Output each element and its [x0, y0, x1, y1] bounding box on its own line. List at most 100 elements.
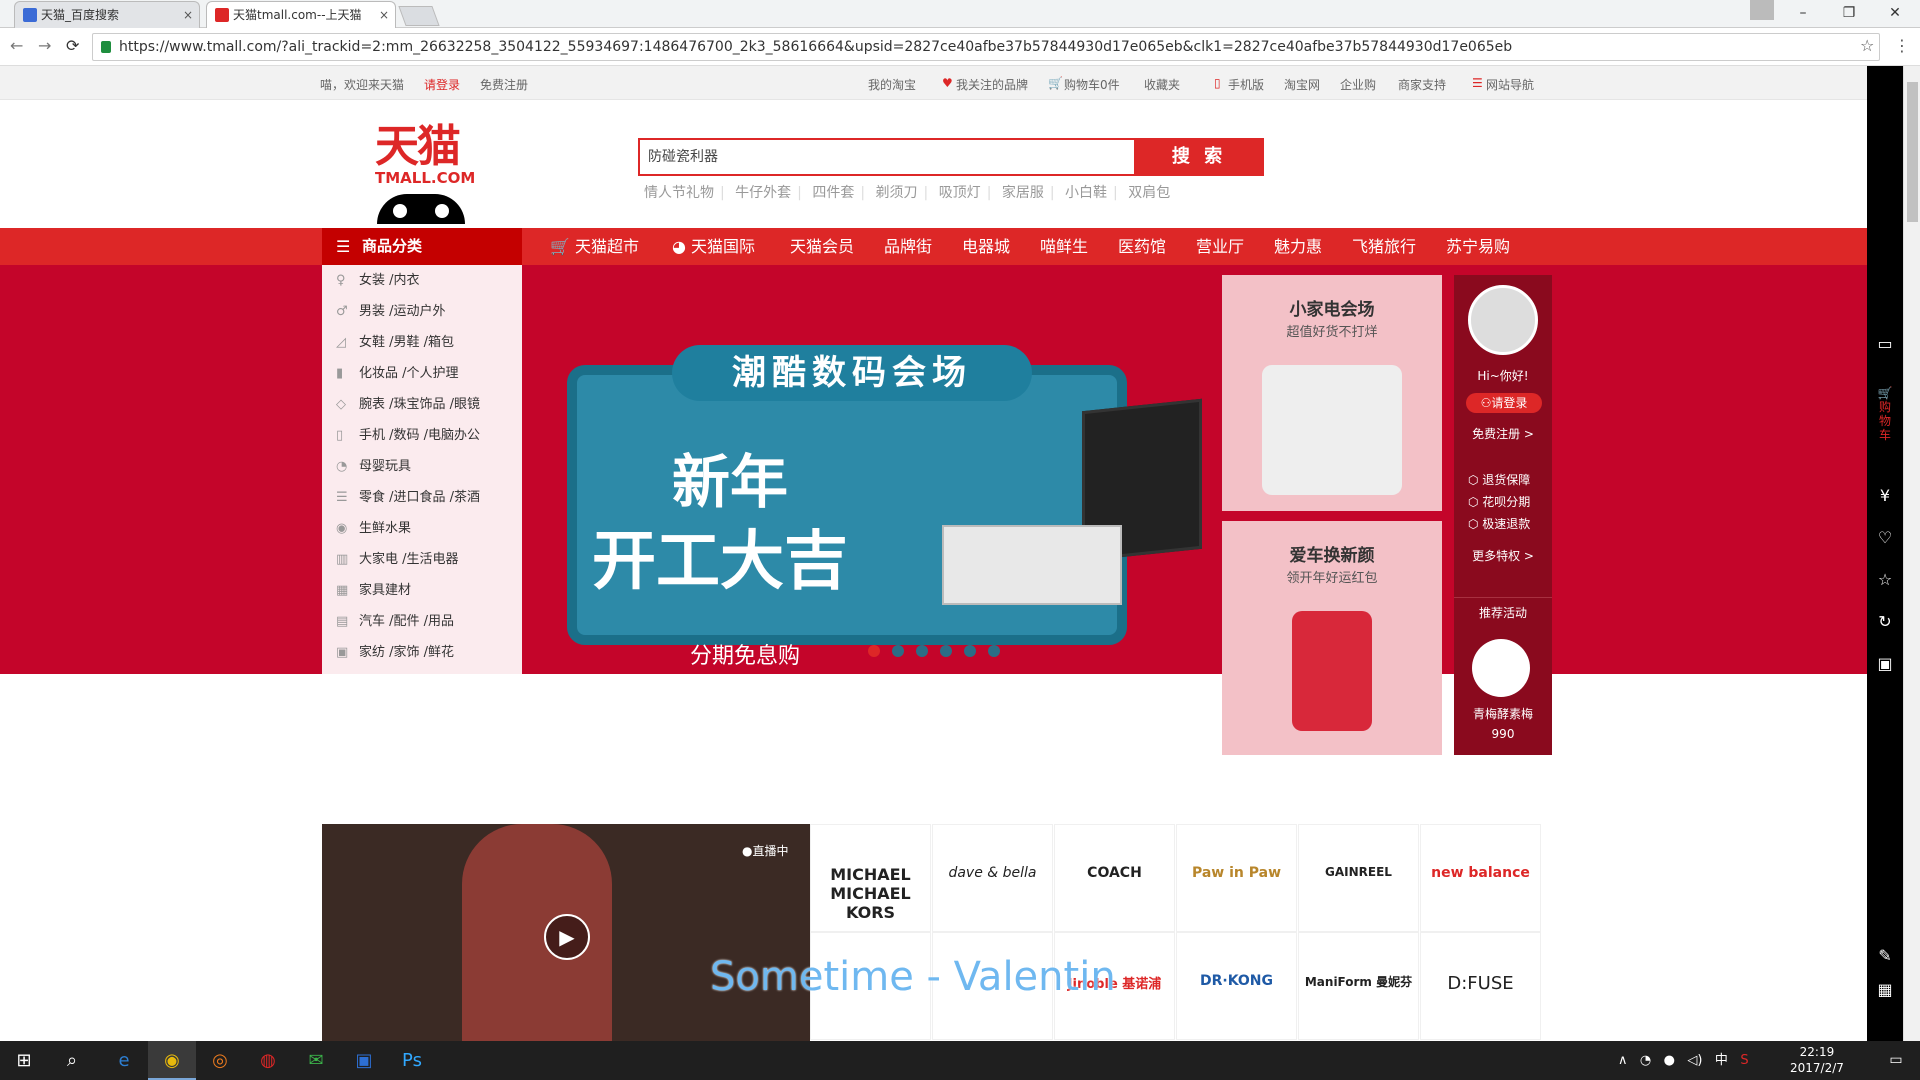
back-icon[interactable]: ← — [10, 36, 23, 55]
enterprise-link[interactable]: 企业购 — [1340, 76, 1376, 93]
sitemap-link[interactable]: 网站导航 — [1486, 76, 1534, 93]
hotword-link[interactable]: 四件套 — [806, 185, 860, 201]
tray-chevron-icon[interactable]: ∧ — [1618, 1053, 1628, 1068]
category-item[interactable]: ◇ 腕表 /珠宝饰品 /眼镜 — [322, 389, 522, 420]
close-window-button[interactable]: ✕ — [1872, 0, 1918, 28]
webstorm-icon[interactable]: ▣ — [340, 1041, 388, 1080]
category-item[interactable]: ▣ 家纺 /家饰 /鲜花 — [322, 637, 522, 668]
notification-icon[interactable]: ▭ — [1872, 1041, 1920, 1080]
brand-tile[interactable]: DR·KONG — [1176, 932, 1297, 1040]
more-perks-link[interactable]: 更多特权 > — [1454, 547, 1552, 564]
perk-installment[interactable]: ⬡ 花呗分期 — [1468, 493, 1530, 510]
taobao-link[interactable]: 淘宝网 — [1284, 76, 1320, 93]
nav-tmall-global[interactable]: ◕ 天猫国际 — [672, 228, 755, 265]
profile-icon[interactable] — [1750, 0, 1774, 20]
qrcode-icon[interactable]: ▦ — [1867, 980, 1903, 999]
category-item[interactable]: ▮ 化妆品 /个人护理 — [322, 358, 522, 389]
mobile-link[interactable]: 手机版 — [1228, 76, 1264, 93]
category-item[interactable]: ◿ 女鞋 /男鞋 /箱包 — [322, 327, 522, 358]
fav-brands-link[interactable]: 我关注的品牌 — [956, 76, 1028, 93]
search-input[interactable]: 防碰瓷利器 — [638, 138, 1134, 176]
live-video[interactable]: ●直播中 ▶ — [322, 824, 810, 1041]
maximize-button[interactable]: ❐ — [1826, 0, 1872, 28]
sogou-icon[interactable]: S — [1740, 1053, 1748, 1068]
category-item[interactable]: ◔ 母婴玩具 — [322, 451, 522, 482]
perk-refund[interactable]: ⬡ 极速退款 — [1468, 515, 1530, 532]
cart-sidebar-icon[interactable]: 🛒 购物车 — [1867, 386, 1903, 442]
carousel-dot[interactable] — [892, 645, 904, 657]
hotword-link[interactable]: 牛仔外套 — [729, 185, 797, 201]
history-icon[interactable]: ↻ — [1867, 612, 1903, 631]
ime-indicator[interactable]: 中 — [1715, 1053, 1728, 1068]
close-tab-icon[interactable]: × — [183, 2, 193, 28]
merchant-support-link[interactable]: 商家支持 — [1398, 76, 1446, 93]
heart-sidebar-icon[interactable]: ♡ — [1867, 528, 1903, 547]
minimize-button[interactable]: – — [1780, 0, 1826, 28]
forward-icon[interactable]: → — [38, 36, 51, 55]
taskbar-clock[interactable]: 22:19 2017/2/7 — [1790, 1044, 1844, 1076]
login-link[interactable]: 请登录 — [424, 76, 460, 93]
brand-tile[interactable]: COACH — [1054, 824, 1175, 932]
edge-icon[interactable]: e — [100, 1041, 148, 1080]
my-taobao-link[interactable]: 我的淘宝 — [868, 76, 916, 93]
tmall-logo[interactable]: 天猫 TMALL.COM — [375, 124, 475, 224]
coupon-icon[interactable]: ¥ — [1867, 486, 1903, 505]
firefox-icon[interactable]: ◎ — [196, 1041, 244, 1080]
category-item[interactable]: ▥ 大家电 /生活电器 — [322, 544, 522, 575]
brand-tile[interactable]: MICHAEL MICHAEL KORS — [810, 824, 931, 932]
nav-tmall-member[interactable]: 天猫会员 — [790, 228, 854, 265]
url-field[interactable]: https://www.tmall.com/?ali_trackid=2:mm_… — [92, 33, 1880, 61]
carousel-dot[interactable] — [988, 645, 1000, 657]
brand-tile[interactable]: D:FUSE — [1420, 932, 1541, 1040]
brand-tile[interactable]: new balance — [1420, 824, 1541, 932]
hero-carousel[interactable]: 潮酷数码会场 新年 开工大吉 分期免息购 — [522, 265, 1222, 674]
nav-fliggy[interactable]: 飞猪旅行 — [1352, 228, 1416, 265]
category-item[interactable]: ♂ 男装 /运动户外 — [322, 296, 522, 327]
search-icon[interactable]: ⌕ — [48, 1041, 96, 1080]
register-link[interactable]: 免费注册 — [480, 76, 528, 93]
brand-tile[interactable]: Paw in Paw — [1176, 824, 1297, 932]
scrollbar-thumb[interactable] — [1907, 82, 1918, 222]
promo-card-appliances[interactable]: 小家电会场 超值好货不打烊 — [1222, 275, 1442, 511]
chrome-menu-icon[interactable]: ⋮ — [1894, 36, 1910, 55]
category-item[interactable]: ▯ 手机 /数码 /电脑办公 — [322, 420, 522, 451]
category-item[interactable]: ▤ 汽车 /配件 /用品 — [322, 606, 522, 637]
brand-tile[interactable]: GAINREEL — [1298, 824, 1419, 932]
tab-tmall[interactable]: 天猫tmall.com--上天猫 × — [206, 1, 396, 28]
carousel-dot[interactable] — [964, 645, 976, 657]
brand-tile[interactable]: ManiForm 曼妮芬 — [1298, 932, 1419, 1040]
tray-app-icon[interactable]: ● — [1664, 1053, 1675, 1068]
nav-meilihui[interactable]: 魅力惠 — [1274, 228, 1322, 265]
favorites-link[interactable]: 收藏夹 — [1144, 76, 1180, 93]
wechat-icon[interactable]: ✉ — [292, 1041, 340, 1080]
network-icon[interactable]: ◔ — [1640, 1053, 1651, 1068]
nav-brand-street[interactable]: 品牌街 — [884, 228, 932, 265]
scrollbar[interactable] — [1903, 66, 1920, 1041]
recharge-icon[interactable]: ▣ — [1867, 654, 1903, 673]
star-sidebar-icon[interactable]: ☆ — [1867, 570, 1903, 589]
perk-returns[interactable]: ⬡ 退货保障 — [1468, 471, 1530, 488]
photoshop-icon[interactable]: Ps — [388, 1041, 436, 1080]
hotword-link[interactable]: 小白鞋 — [1059, 185, 1113, 201]
chrome-icon[interactable]: ◉ — [148, 1041, 196, 1080]
carousel-dot[interactable] — [916, 645, 928, 657]
account-icon[interactable]: ▭ — [1867, 334, 1903, 353]
panel-register-link[interactable]: 免费注册 > — [1454, 425, 1552, 442]
play-icon[interactable]: ▶ — [544, 914, 590, 960]
category-item[interactable]: ♀ 女装 /内衣 — [322, 265, 522, 296]
hotword-link[interactable]: 双肩包 — [1122, 185, 1176, 201]
category-item[interactable]: ☰ 零食 /进口食品 /茶酒 — [322, 482, 522, 513]
hotword-link[interactable]: 吸顶灯 — [933, 185, 987, 201]
reload-icon[interactable]: ⟳ — [66, 36, 79, 55]
nav-business-hall[interactable]: 营业厅 — [1196, 228, 1244, 265]
product-image[interactable] — [1472, 639, 1530, 697]
hotword-link[interactable]: 情人节礼物 — [638, 185, 720, 201]
brand-tile[interactable]: dave & bella — [932, 824, 1053, 932]
nav-electronics[interactable]: 电器城 — [962, 228, 1010, 265]
category-menu-button[interactable]: ☰ 商品分类 — [322, 228, 522, 265]
nav-suning[interactable]: 苏宁易购 — [1446, 228, 1510, 265]
volume-icon[interactable]: ◁) — [1687, 1053, 1702, 1068]
start-windows-icon[interactable]: ⊞ — [0, 1041, 48, 1080]
panel-login-button[interactable]: ⚇请登录 — [1466, 393, 1542, 413]
product-name[interactable]: 青梅酵素梅 — [1454, 705, 1552, 722]
